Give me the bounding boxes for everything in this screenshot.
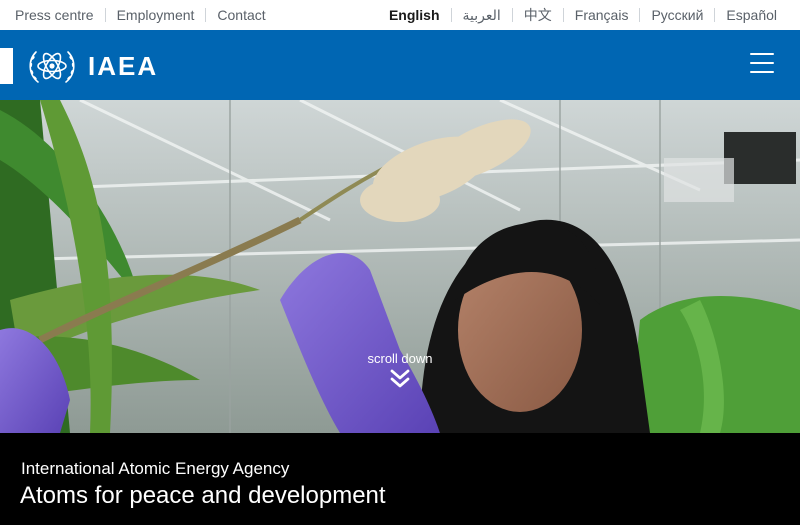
lang-english[interactable]: English	[389, 7, 440, 23]
lang-chinese[interactable]: 中文	[524, 5, 552, 25]
hamburger-menu-icon[interactable]	[750, 53, 774, 75]
language-switcher: English العربية 中文 Français Русский Espa…	[389, 0, 777, 30]
agency-name: International Atomic Energy Agency	[21, 459, 290, 478]
hero-banner: scroll down	[0, 100, 800, 433]
hero-caption: International Atomic Energy Agency Atoms…	[0, 433, 800, 525]
site-header: IAEA	[0, 30, 800, 100]
iaea-logo-icon[interactable]	[24, 40, 80, 90]
press-centre-link[interactable]: Press centre	[15, 7, 94, 23]
divider	[714, 8, 716, 22]
divider	[639, 8, 641, 22]
divider	[205, 8, 207, 22]
utility-bar: Press centre Employment Contact English …	[0, 0, 800, 30]
double-chevron-down-icon	[390, 369, 410, 388]
contact-link[interactable]: Contact	[217, 7, 265, 23]
divider	[450, 8, 452, 22]
divider	[562, 8, 564, 22]
divider	[104, 8, 106, 22]
brand-wordmark[interactable]: IAEA	[88, 51, 158, 82]
utility-nav: Press centre Employment Contact	[15, 0, 266, 30]
scroll-down-label: scroll down	[367, 351, 433, 366]
lang-spanish[interactable]: Español	[726, 7, 777, 23]
lang-french[interactable]: Français	[575, 7, 629, 23]
hero-tagline: Atoms for peace and development	[20, 482, 386, 509]
employment-link[interactable]: Employment	[117, 7, 195, 23]
scroll-down-button[interactable]: scroll down	[364, 351, 436, 389]
lang-arabic[interactable]: العربية	[463, 7, 501, 24]
divider	[511, 8, 513, 22]
lang-russian[interactable]: Русский	[651, 7, 703, 23]
header-accent	[0, 48, 13, 84]
